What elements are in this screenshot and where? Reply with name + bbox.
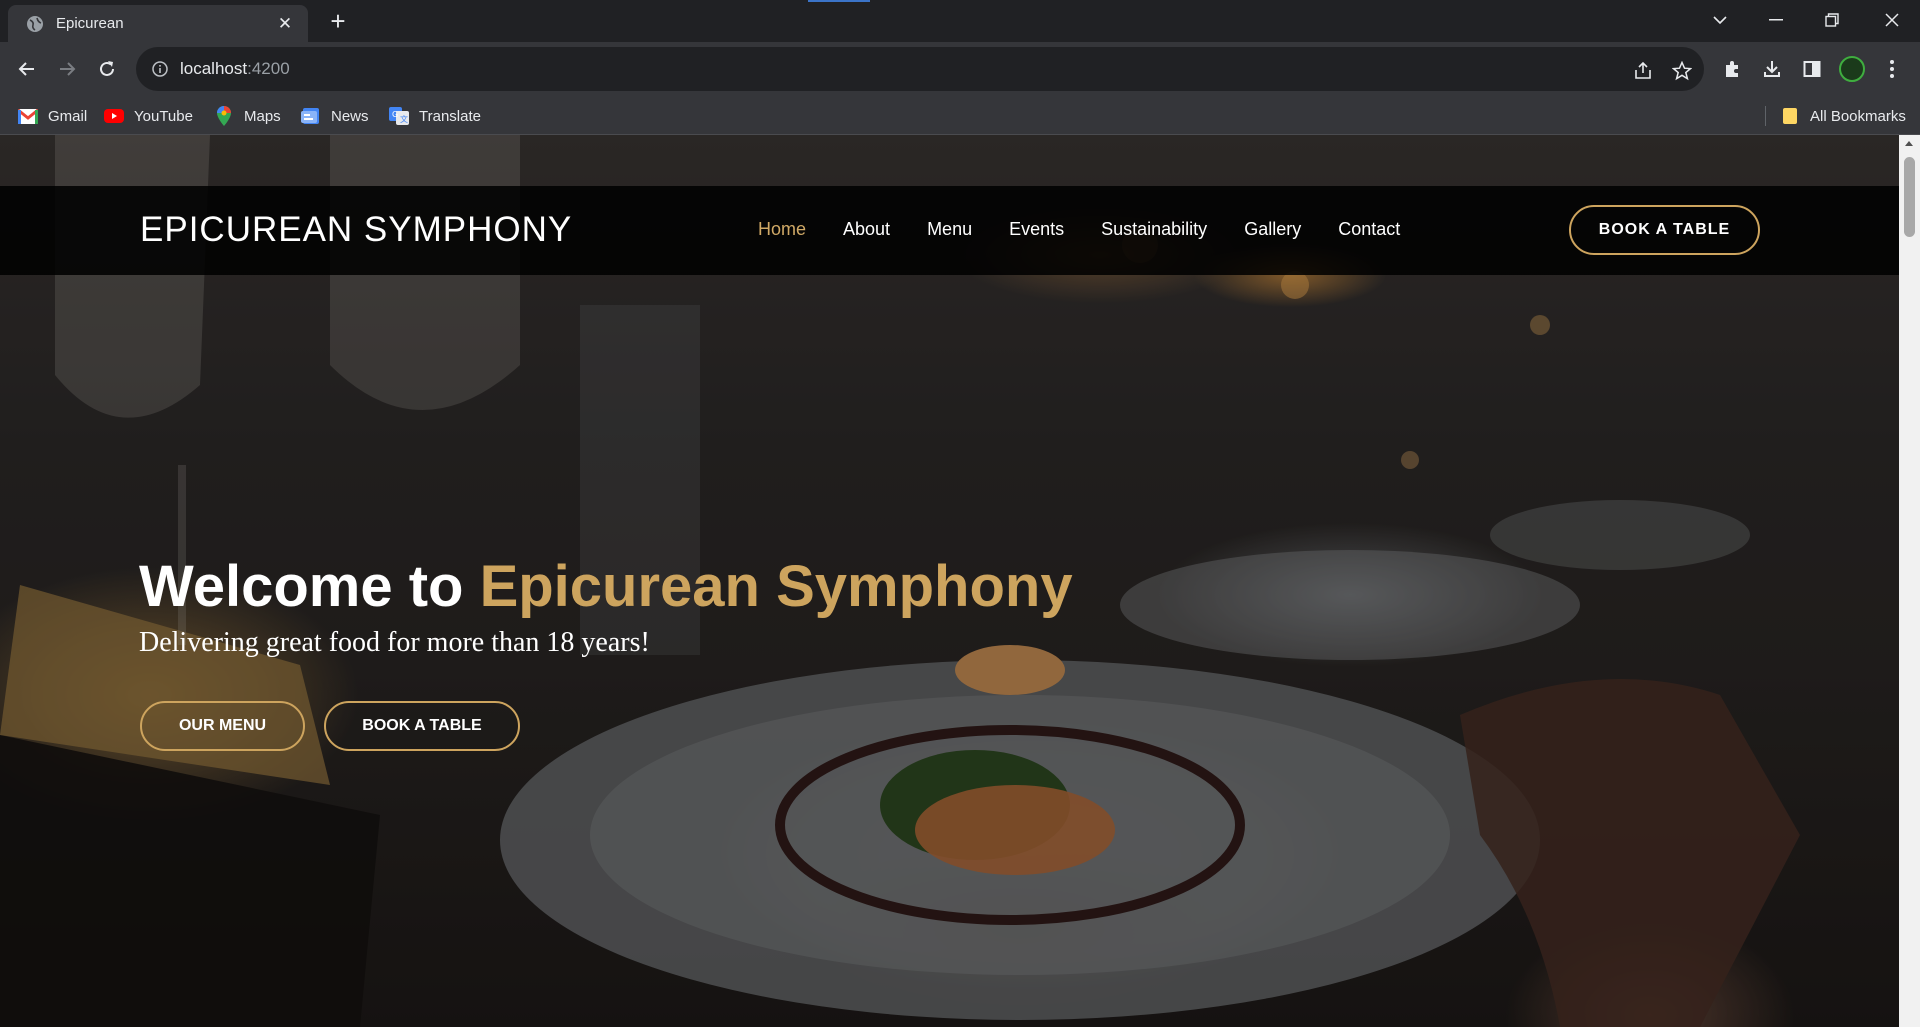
site-info-icon[interactable] <box>150 59 170 79</box>
book-table-hero-button[interactable]: BOOK A TABLE <box>324 701 520 751</box>
nav-about[interactable]: About <box>843 219 890 240</box>
bookmark-gmail[interactable]: Gmail <box>18 104 87 128</box>
share-icon[interactable] <box>1631 59 1655 83</box>
tab-bar: Epicurean ✕ + <box>0 0 1920 42</box>
nav-sustainability[interactable]: Sustainability <box>1101 219 1207 240</box>
hero-title-accent: Epicurean Symphony <box>479 554 1073 619</box>
globe-icon <box>26 15 44 33</box>
bookmark-label: Gmail <box>48 107 88 125</box>
bookmark-maps[interactable]: Maps <box>214 104 281 128</box>
reload-icon[interactable] <box>93 55 121 83</box>
nav-contact[interactable]: Contact <box>1338 219 1400 240</box>
bookmark-label: Maps <box>244 107 281 125</box>
tab-strip-indicator <box>808 0 870 2</box>
forward-icon[interactable] <box>53 55 81 83</box>
profile-avatar[interactable] <box>1838 55 1866 83</box>
close-tab-icon[interactable]: ✕ <box>274 14 296 34</box>
hero-subtitle: Delivering great food for more than 18 y… <box>139 627 650 658</box>
bookmark-label: YouTube <box>134 107 193 125</box>
hero-title: Welcome to Epicurean Symphony <box>139 553 1073 620</box>
main-nav: Home About Menu Events Sustainability Ga… <box>758 219 1437 240</box>
scrollbar-thumb[interactable] <box>1904 157 1915 237</box>
scroll-up-arrow-icon[interactable] <box>1905 141 1913 146</box>
page-viewport: EPICUREAN SYMPHONY Home About Menu Event… <box>0 135 1899 1027</box>
gmail-icon <box>18 108 38 124</box>
nav-events[interactable]: Events <box>1009 219 1064 240</box>
tab-search-icon[interactable] <box>1692 0 1748 40</box>
bookmarks-bar: Gmail YouTube Maps News G文 Translate All… <box>0 96 1920 135</box>
all-bookmarks-button[interactable]: All Bookmarks <box>1780 104 1906 128</box>
maps-icon <box>214 106 234 126</box>
site-header: EPICUREAN SYMPHONY Home About Menu Event… <box>0 186 1899 275</box>
new-tab-icon[interactable]: + <box>323 7 353 37</box>
side-panel-icon[interactable] <box>1798 55 1826 83</box>
restore-icon[interactable] <box>1804 0 1860 40</box>
extensions-icon[interactable] <box>1718 55 1746 83</box>
all-bookmarks-label: All Bookmarks <box>1810 107 1906 125</box>
bookmark-label: Translate <box>419 107 481 125</box>
news-icon <box>301 108 321 124</box>
nav-gallery[interactable]: Gallery <box>1244 219 1301 240</box>
our-menu-button[interactable]: OUR MENU <box>140 701 305 751</box>
browser-toolbar: localhost:4200 <box>0 42 1920 96</box>
address-bar[interactable]: localhost:4200 <box>136 47 1704 91</box>
folder-icon <box>1780 108 1800 124</box>
svg-text:文: 文 <box>400 114 408 124</box>
url-port: :4200 <box>247 59 290 78</box>
hero-title-prefix: Welcome to <box>139 554 480 619</box>
nav-home[interactable]: Home <box>758 219 806 240</box>
download-icon[interactable] <box>1758 55 1786 83</box>
page-scrollbar[interactable] <box>1899 135 1920 1027</box>
site-logo[interactable]: EPICUREAN SYMPHONY <box>140 210 572 250</box>
nav-menu[interactable]: Menu <box>927 219 972 240</box>
back-icon[interactable] <box>13 55 41 83</box>
youtube-icon <box>104 108 124 124</box>
svg-text:G: G <box>392 110 398 119</box>
bookmark-news[interactable]: News <box>301 104 369 128</box>
url-host: localhost <box>180 59 248 78</box>
bookmark-star-icon[interactable] <box>1670 59 1694 83</box>
bookmark-label: News <box>331 107 369 125</box>
more-menu-icon[interactable] <box>1878 55 1906 83</box>
translate-icon: G文 <box>389 107 409 125</box>
bookmarks-divider <box>1765 106 1766 126</box>
minimize-icon[interactable] <box>1748 0 1804 40</box>
close-window-icon[interactable] <box>1864 0 1920 40</box>
url-text: localhost:4200 <box>180 59 290 79</box>
tab-title: Epicurean <box>56 15 124 32</box>
browser-tab[interactable]: Epicurean ✕ <box>8 5 308 42</box>
bookmark-translate[interactable]: G文 Translate <box>389 104 481 128</box>
bookmark-youtube[interactable]: YouTube <box>104 104 193 128</box>
book-table-header-button[interactable]: BOOK A TABLE <box>1569 205 1760 255</box>
